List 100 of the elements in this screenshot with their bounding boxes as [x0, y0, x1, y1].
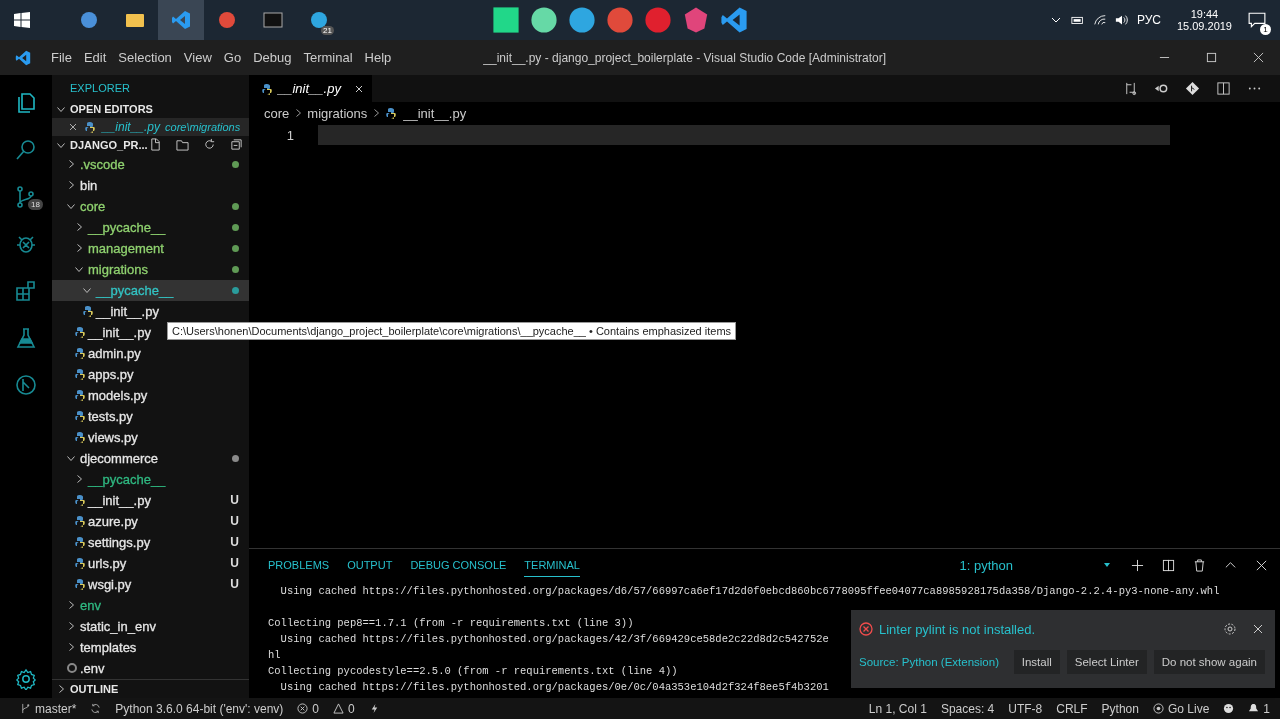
tree-item[interactable]: __pycache__	[52, 468, 249, 490]
tree-item[interactable]: static_in_env	[52, 615, 249, 637]
tree-item[interactable]: __pycache__	[52, 279, 249, 301]
tree-item[interactable]: admin.py	[52, 342, 249, 364]
settings-icon[interactable]	[15, 668, 37, 690]
notification-count[interactable]: 1	[1263, 701, 1270, 716]
tree-item[interactable]: migrations	[52, 258, 249, 280]
menu-item[interactable]: Edit	[77, 50, 113, 65]
tree-item[interactable]: __init__.py U	[52, 489, 249, 511]
git-diamond-icon[interactable]	[1185, 81, 1200, 96]
split-terminal-icon[interactable]	[1162, 558, 1175, 572]
extensions-icon[interactable]	[14, 278, 38, 303]
tree-item[interactable]: urls.py U	[52, 552, 249, 574]
panel-tab[interactable]: OUTPUT	[347, 553, 393, 577]
menu-item[interactable]: File	[45, 50, 78, 65]
notification-button[interactable]: Select Linter	[1066, 650, 1147, 674]
refresh-icon[interactable]	[203, 138, 216, 152]
close-icon[interactable]	[1255, 558, 1268, 572]
status-item[interactable]: Python	[1101, 701, 1139, 716]
close-icon[interactable]	[353, 83, 364, 94]
branch-icon[interactable]	[20, 703, 31, 714]
close-icon[interactable]	[68, 121, 78, 132]
error-icon[interactable]	[297, 703, 309, 714]
volume-icon[interactable]	[1114, 14, 1129, 26]
editor-tab[interactable]: __init__.py	[249, 75, 372, 102]
tree-item[interactable]: views.py	[52, 426, 249, 448]
tree-item[interactable]: .env	[52, 657, 249, 679]
wifi-icon[interactable]	[1092, 14, 1107, 26]
settings-icon[interactable]	[1223, 622, 1237, 636]
menu-item[interactable]: Terminal	[297, 50, 359, 65]
warning-icon[interactable]	[333, 703, 345, 714]
breadcrumb[interactable]: migrations	[307, 105, 368, 121]
status-item[interactable]: Ln 1, Col 1	[868, 701, 927, 716]
menu-item[interactable]: Selection	[112, 50, 178, 65]
interpreter-status[interactable]: Python 3.6.0 64-bit ('env': venv)	[115, 701, 284, 716]
trash-icon[interactable]	[1193, 558, 1206, 572]
windows-start-icon[interactable]	[14, 12, 30, 28]
tree-item[interactable]: models.py	[52, 384, 249, 406]
tree-item[interactable]: apps.py	[52, 363, 249, 385]
tree-item[interactable]: __init__.py	[52, 300, 249, 322]
tree-item[interactable]: management	[52, 237, 249, 259]
panel-tab[interactable]: TERMINAL	[524, 553, 580, 577]
section-header[interactable]: OPEN EDITORS	[52, 99, 249, 118]
split-editor-icon[interactable]	[1216, 81, 1231, 96]
tree-item[interactable]: settings.py U	[52, 531, 249, 553]
terminal-select[interactable]: 1: python	[959, 557, 1013, 573]
taskbar-button[interactable]: 21	[296, 0, 342, 40]
close-icon[interactable]	[1253, 52, 1264, 63]
tree-item[interactable]: core	[52, 195, 249, 217]
menu-item[interactable]: View	[177, 50, 218, 65]
code-editor-icon[interactable]	[720, 6, 748, 34]
notification-button[interactable]: Install	[1013, 650, 1060, 674]
tree-item[interactable]: bin	[52, 174, 249, 196]
panel-tab[interactable]: PROBLEMS	[268, 553, 330, 577]
notification-icon[interactable]	[1248, 11, 1266, 29]
add-icon[interactable]	[1131, 558, 1144, 572]
breadcrumb[interactable]: __init__.py	[403, 105, 467, 121]
tree-item[interactable]: templates	[52, 636, 249, 658]
go-live-button[interactable]: Go Live	[1167, 701, 1210, 716]
status-item[interactable]: Spaces: 4	[940, 701, 995, 716]
smiley-icon[interactable]	[1223, 703, 1235, 714]
open-preview-icon[interactable]	[1154, 81, 1169, 96]
notification-count: 1	[1260, 24, 1271, 35]
tree-item[interactable]: wsgi.py U	[52, 573, 249, 595]
close-icon[interactable]	[1251, 622, 1265, 636]
menu-item[interactable]: Go	[217, 50, 248, 65]
gem-icon[interactable]	[682, 6, 710, 34]
battery-icon[interactable]	[1070, 14, 1085, 26]
status-item[interactable]: CRLF	[1056, 701, 1088, 716]
status-item[interactable]: UTF-8	[1008, 701, 1043, 716]
menu-item[interactable]: Help	[358, 50, 398, 65]
collapse-all-icon[interactable]	[230, 138, 243, 152]
tree-item[interactable]: azure.py U	[52, 510, 249, 532]
menu-item[interactable]: Debug	[247, 50, 298, 65]
tree-item[interactable]: .vscode	[52, 153, 249, 175]
error-count[interactable]: 0	[312, 701, 320, 716]
clock-date[interactable]: 15.09.2019	[1176, 20, 1232, 32]
tree-item[interactable]: env	[52, 594, 249, 616]
clock-time[interactable]: 19:44	[1190, 8, 1219, 20]
dropdown-arrow-icon[interactable]	[1103, 561, 1111, 569]
tree-item[interactable]: tests.py	[52, 405, 249, 427]
breadcrumb[interactable]: core	[264, 105, 290, 121]
language-indicator[interactable]: РУС	[1136, 13, 1161, 27]
open-editor-item[interactable]: __init__.py core\migrations	[52, 117, 249, 136]
sync-icon[interactable]	[90, 703, 102, 714]
warning-count[interactable]: 0	[348, 701, 355, 716]
maximize-icon[interactable]	[1206, 52, 1217, 63]
project-header[interactable]: DJANGO_PR...	[56, 138, 149, 151]
bell-icon[interactable]	[1248, 703, 1260, 714]
tree-item[interactable]: djecommerce	[52, 447, 249, 469]
tree-item[interactable]: __pycache__	[52, 216, 249, 238]
panel-tab[interactable]: DEBUG CONSOLE	[410, 553, 507, 577]
broadcast-icon[interactable]	[1152, 703, 1164, 714]
branch-status[interactable]: master*	[35, 701, 77, 716]
new-folder-icon[interactable]	[176, 138, 189, 152]
new-file-icon[interactable]	[149, 138, 162, 152]
search-icon[interactable]	[14, 137, 38, 162]
notification-button[interactable]: Do not show again	[1153, 650, 1265, 674]
compare-changes-icon[interactable]	[1123, 81, 1138, 96]
flask-icon[interactable]	[14, 325, 38, 350]
